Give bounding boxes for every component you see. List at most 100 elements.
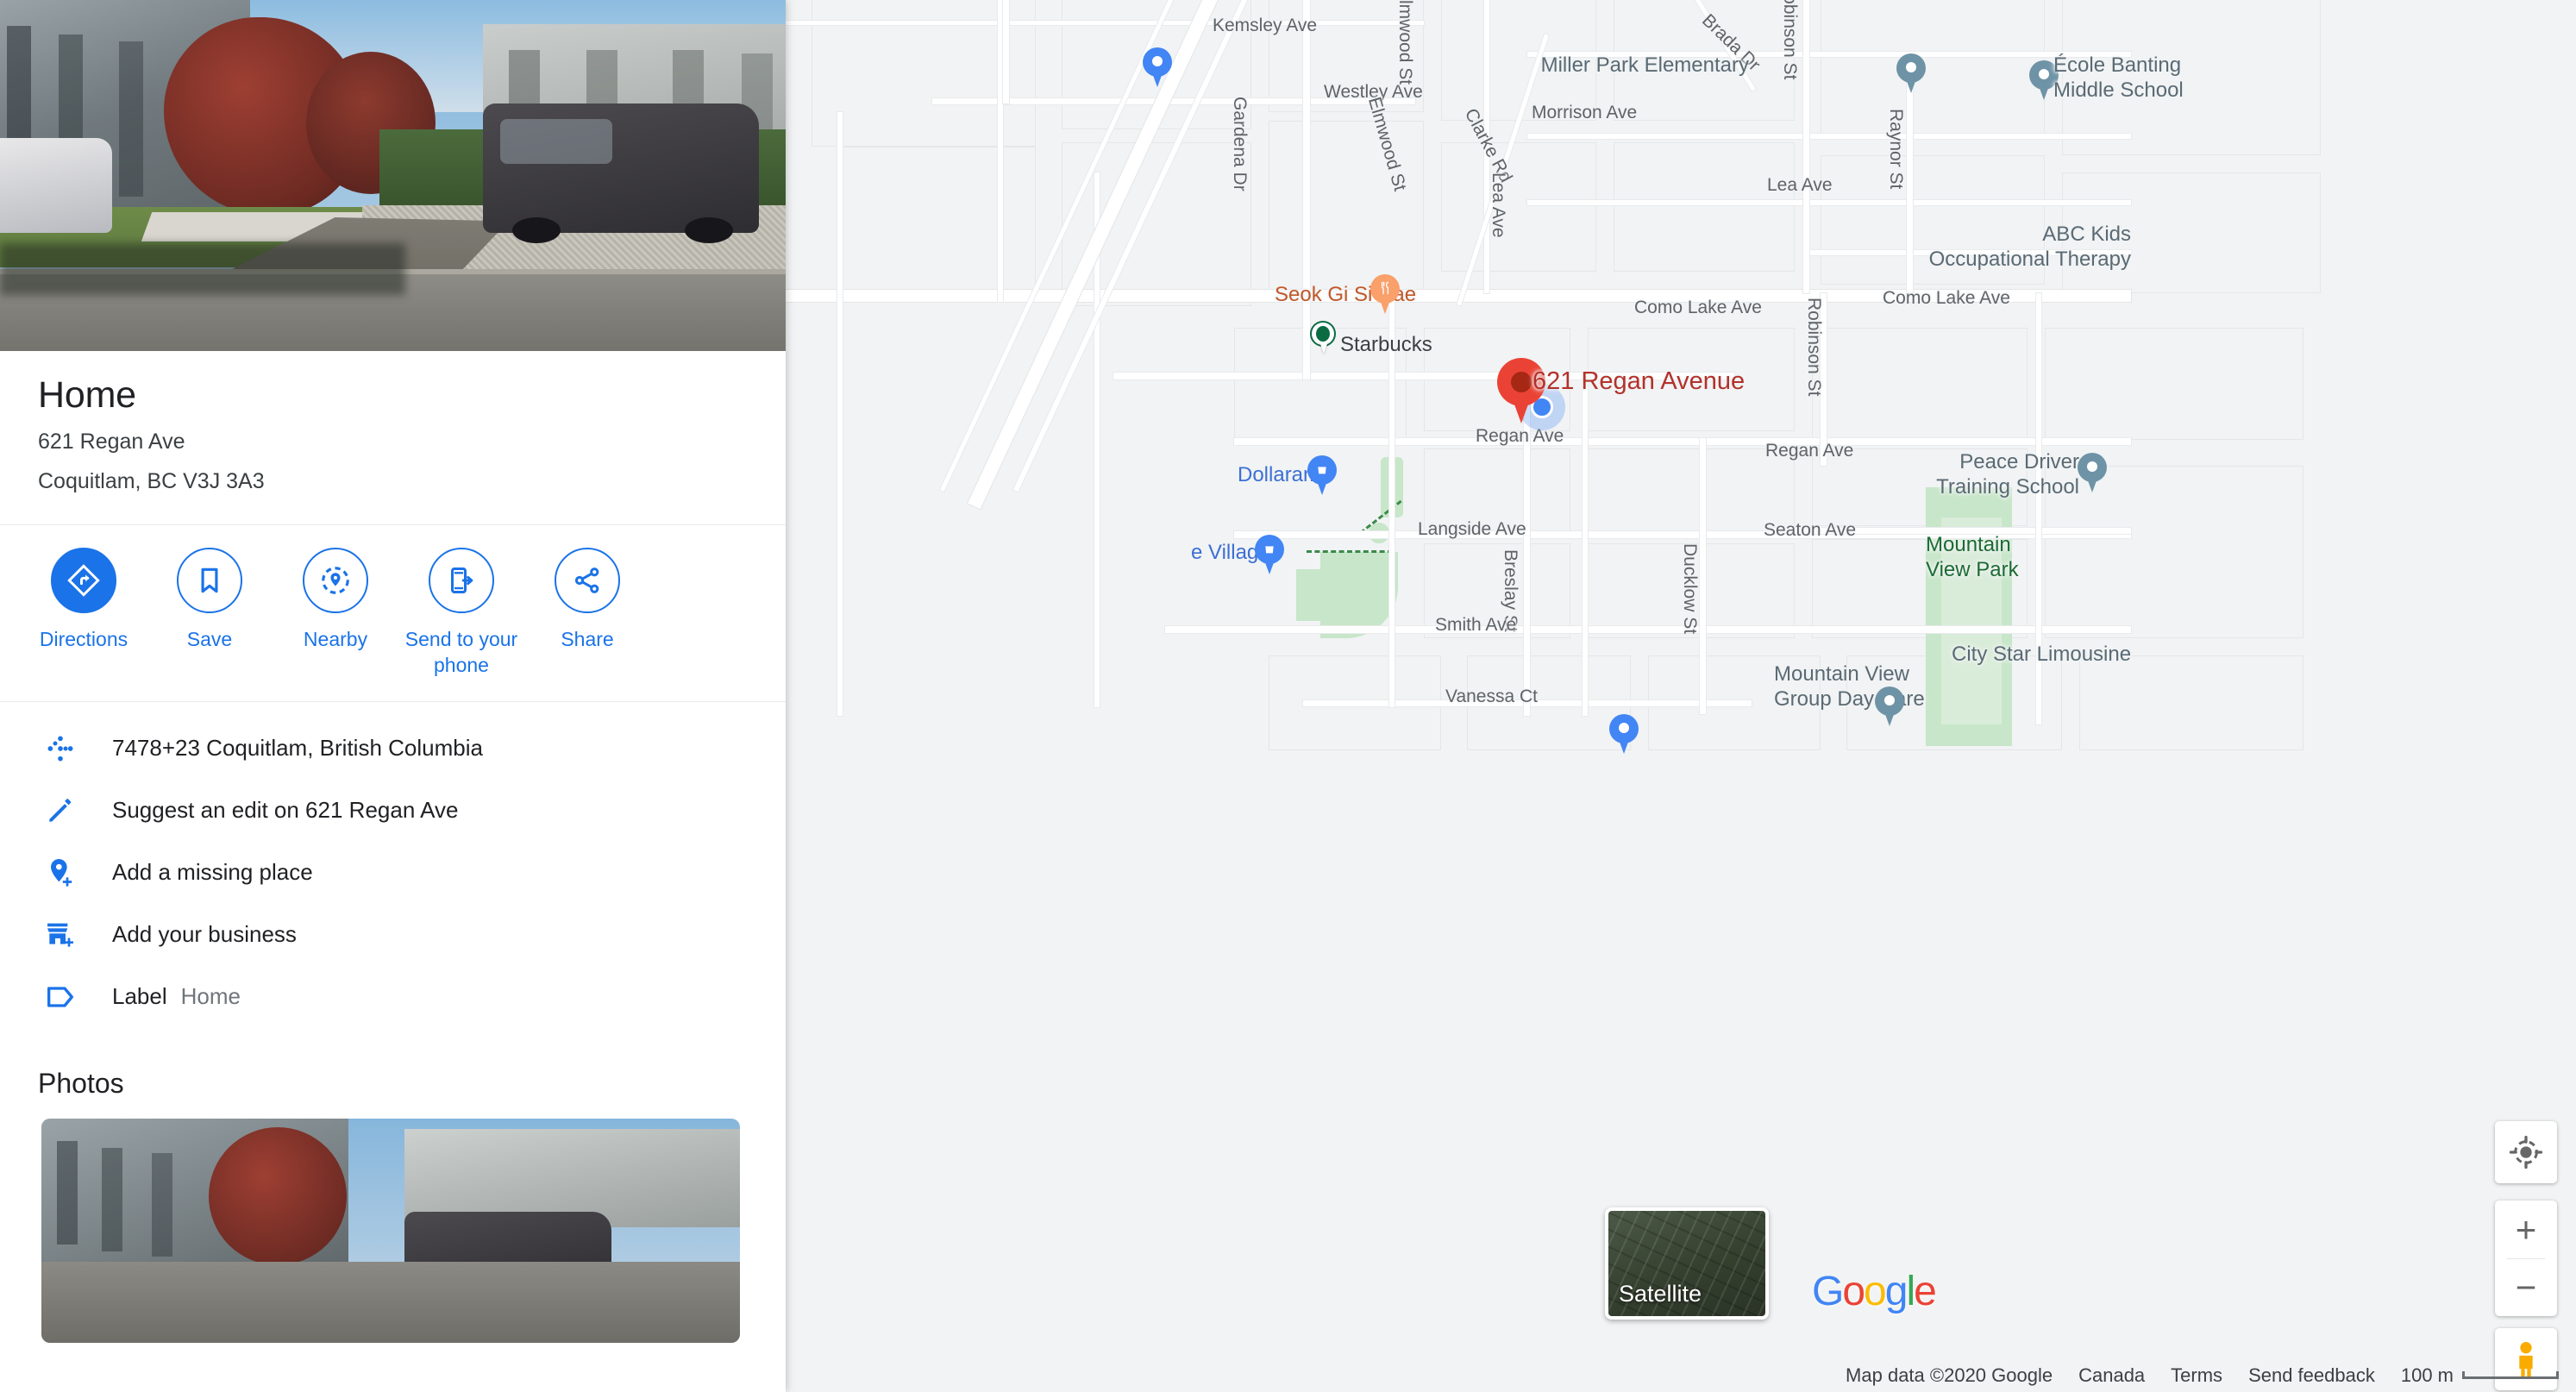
street-label: Robinson St <box>1804 298 1824 397</box>
poi-pin-starbucks[interactable] <box>1310 321 1336 354</box>
directions-button[interactable]: Directions <box>21 548 147 679</box>
logo-letter: g <box>1884 1269 1908 1314</box>
add-missing-place-text: Add a missing place <box>112 859 313 886</box>
poi-line-1: ABC Kids <box>2042 223 2131 246</box>
poi-pin-village-shop[interactable] <box>1255 535 1284 574</box>
suggest-edit-row[interactable]: Suggest an edit on 621 Regan Ave <box>0 780 786 842</box>
street-label: Elmwood St <box>1395 0 1415 85</box>
logo-letter: o <box>1842 1269 1865 1314</box>
map-block <box>2079 655 2303 750</box>
poi-line-2: Training School <box>1936 474 2079 498</box>
add-place-icon <box>38 856 83 890</box>
poi-line-2: Occupational Therapy <box>1928 247 2131 271</box>
poi-label-ecole-banting-middle-school[interactable]: École Banting Middle School <box>2053 53 2184 103</box>
directions-icon <box>67 564 100 597</box>
poi-pin-mountain-view-group-day-care[interactable] <box>1875 687 1904 726</box>
place-hero-photo[interactable] <box>0 0 786 351</box>
poi-pin-shop[interactable] <box>1143 47 1172 87</box>
plus-code-row[interactable]: 7478+23 Coquitlam, British Columbia <box>0 718 786 780</box>
photo-thumbnail[interactable] <box>41 1118 740 1343</box>
share-button[interactable]: Share <box>524 548 650 679</box>
save-icon-circle <box>177 548 242 614</box>
park-trail <box>1307 550 1393 553</box>
street-label: Ducklow St <box>1680 543 1700 635</box>
map-attribution-bar: Map data ©2020 Google Canada Terms Send … <box>1828 1358 2576 1392</box>
zoom-out-button[interactable]: − <box>2495 1259 2557 1316</box>
map-block <box>1812 328 2028 440</box>
page-title: Home <box>38 374 136 416</box>
map-block <box>1269 121 1424 293</box>
satellite-toggle-label: Satellite <box>1619 1281 1702 1307</box>
street-label: Morrison Ave <box>1532 103 1638 122</box>
road-robinson-st <box>1803 0 1809 293</box>
nearby-label: Nearby <box>303 628 368 651</box>
street-label: Lea Ave <box>1767 175 1833 195</box>
street-label: Robinson St <box>1780 0 1800 80</box>
poi-label-mountain-view-park[interactable]: Mountain View Park <box>1926 533 2019 583</box>
send-feedback-link[interactable]: Send feedback <box>2248 1364 2375 1387</box>
hero-shadow <box>0 243 405 295</box>
street-label: Regan Ave <box>1765 441 1854 461</box>
road-minor <box>1527 134 2131 139</box>
label-value: Home <box>180 983 241 1010</box>
send-to-phone-icon-circle <box>429 548 494 614</box>
satellite-layer-toggle[interactable]: Satellite <box>1605 1207 1769 1320</box>
poi-label-miller-park-elementary[interactable]: Miller Park Elementary <box>1541 53 1749 78</box>
poi-label-city-star-limousine[interactable]: City Star Limousine <box>1952 643 2131 668</box>
poi-label-peace-driver-training-school[interactable]: Peace Driver Training School <box>1936 450 2079 500</box>
map-block <box>1614 142 1795 272</box>
road-smith-ave <box>1165 626 2131 633</box>
poi-label-abc-kids-occupational-therapy[interactable]: ABC Kids Occupational Therapy <box>1929 223 2131 273</box>
add-business-text: Add your business <box>112 921 297 948</box>
selected-place-marker-label[interactable]: 621 Regan Avenue <box>1532 367 1745 396</box>
share-label: Share <box>561 628 614 651</box>
share-icon-circle <box>555 548 620 614</box>
road-kemsley-ave <box>786 21 1424 25</box>
street-label: Gardena Dr <box>1230 97 1250 191</box>
map-canvas[interactable]: Kemsley Ave Westley Ave Gardena Dr Elmwo… <box>786 0 2576 1392</box>
nearby-icon <box>322 567 349 594</box>
place-details-sidebar: Home 621 Regan Ave Coquitlam, BC V3J 3A3… <box>0 0 786 1392</box>
country-link[interactable]: Canada <box>2078 1364 2145 1387</box>
poi-pin-miller-park-elementary[interactable] <box>1896 53 1926 93</box>
nearby-button[interactable]: Nearby <box>273 548 398 679</box>
map-block <box>1821 0 2045 138</box>
add-business-row[interactable]: Add your business <box>0 904 786 966</box>
poi-pin-dollarama[interactable] <box>1307 455 1337 495</box>
hero-car-white <box>0 138 112 233</box>
label-row[interactable]: Label Home <box>0 966 786 1028</box>
map-block <box>837 147 1036 302</box>
zoom-in-button[interactable]: + <box>2495 1201 2557 1258</box>
poi-pin-peace-driver-training-school[interactable] <box>2078 453 2107 492</box>
poi-line-1: Peace Driver <box>1959 450 2079 473</box>
poi-label-starbucks[interactable]: Starbucks <box>1340 333 1432 358</box>
poi-line-1: Mountain <box>1926 533 2011 556</box>
plus-code-icon <box>38 731 83 766</box>
street-label: Regan Ave <box>1476 426 1564 446</box>
scale-bar-line <box>2462 1371 2559 1379</box>
street-label: Raynor St <box>1886 109 1906 190</box>
logo-letter: e <box>1914 1269 1937 1314</box>
locate-me-button[interactable] <box>2495 1121 2557 1183</box>
locate-icon <box>2509 1135 2543 1169</box>
map-block <box>1441 142 1596 272</box>
send-to-phone-button[interactable]: Send to your phone <box>398 548 524 679</box>
label-tag-icon <box>38 980 83 1014</box>
place-title-block: Home 621 Regan Ave Coquitlam, BC V3J 3A3 <box>0 351 786 524</box>
shopping-bag-icon <box>1265 542 1274 554</box>
poi-pin-shop[interactable] <box>1609 714 1639 754</box>
street-label: Vanessa Ct <box>1445 687 1538 706</box>
save-label: Save <box>186 628 233 651</box>
logo-letter: G <box>1812 1269 1844 1314</box>
add-missing-place-row[interactable]: Add a missing place <box>0 842 786 904</box>
address-line-2: Coquitlam, BC V3J 3A3 <box>38 469 265 494</box>
action-button-row: Directions Save Nearby Send to your phon… <box>0 525 786 701</box>
save-button[interactable]: Save <box>147 548 273 679</box>
road-lea-ave <box>1527 200 2131 205</box>
poi-pin-restaurant[interactable] <box>1370 274 1400 314</box>
terms-link[interactable]: Terms <box>2171 1364 2222 1387</box>
share-icon <box>574 567 599 593</box>
google-maps-app: Home 621 Regan Ave Coquitlam, BC V3J 3A3… <box>0 0 2576 1392</box>
photo-tree <box>209 1126 348 1265</box>
google-logo[interactable]: Google <box>1812 1268 1937 1315</box>
